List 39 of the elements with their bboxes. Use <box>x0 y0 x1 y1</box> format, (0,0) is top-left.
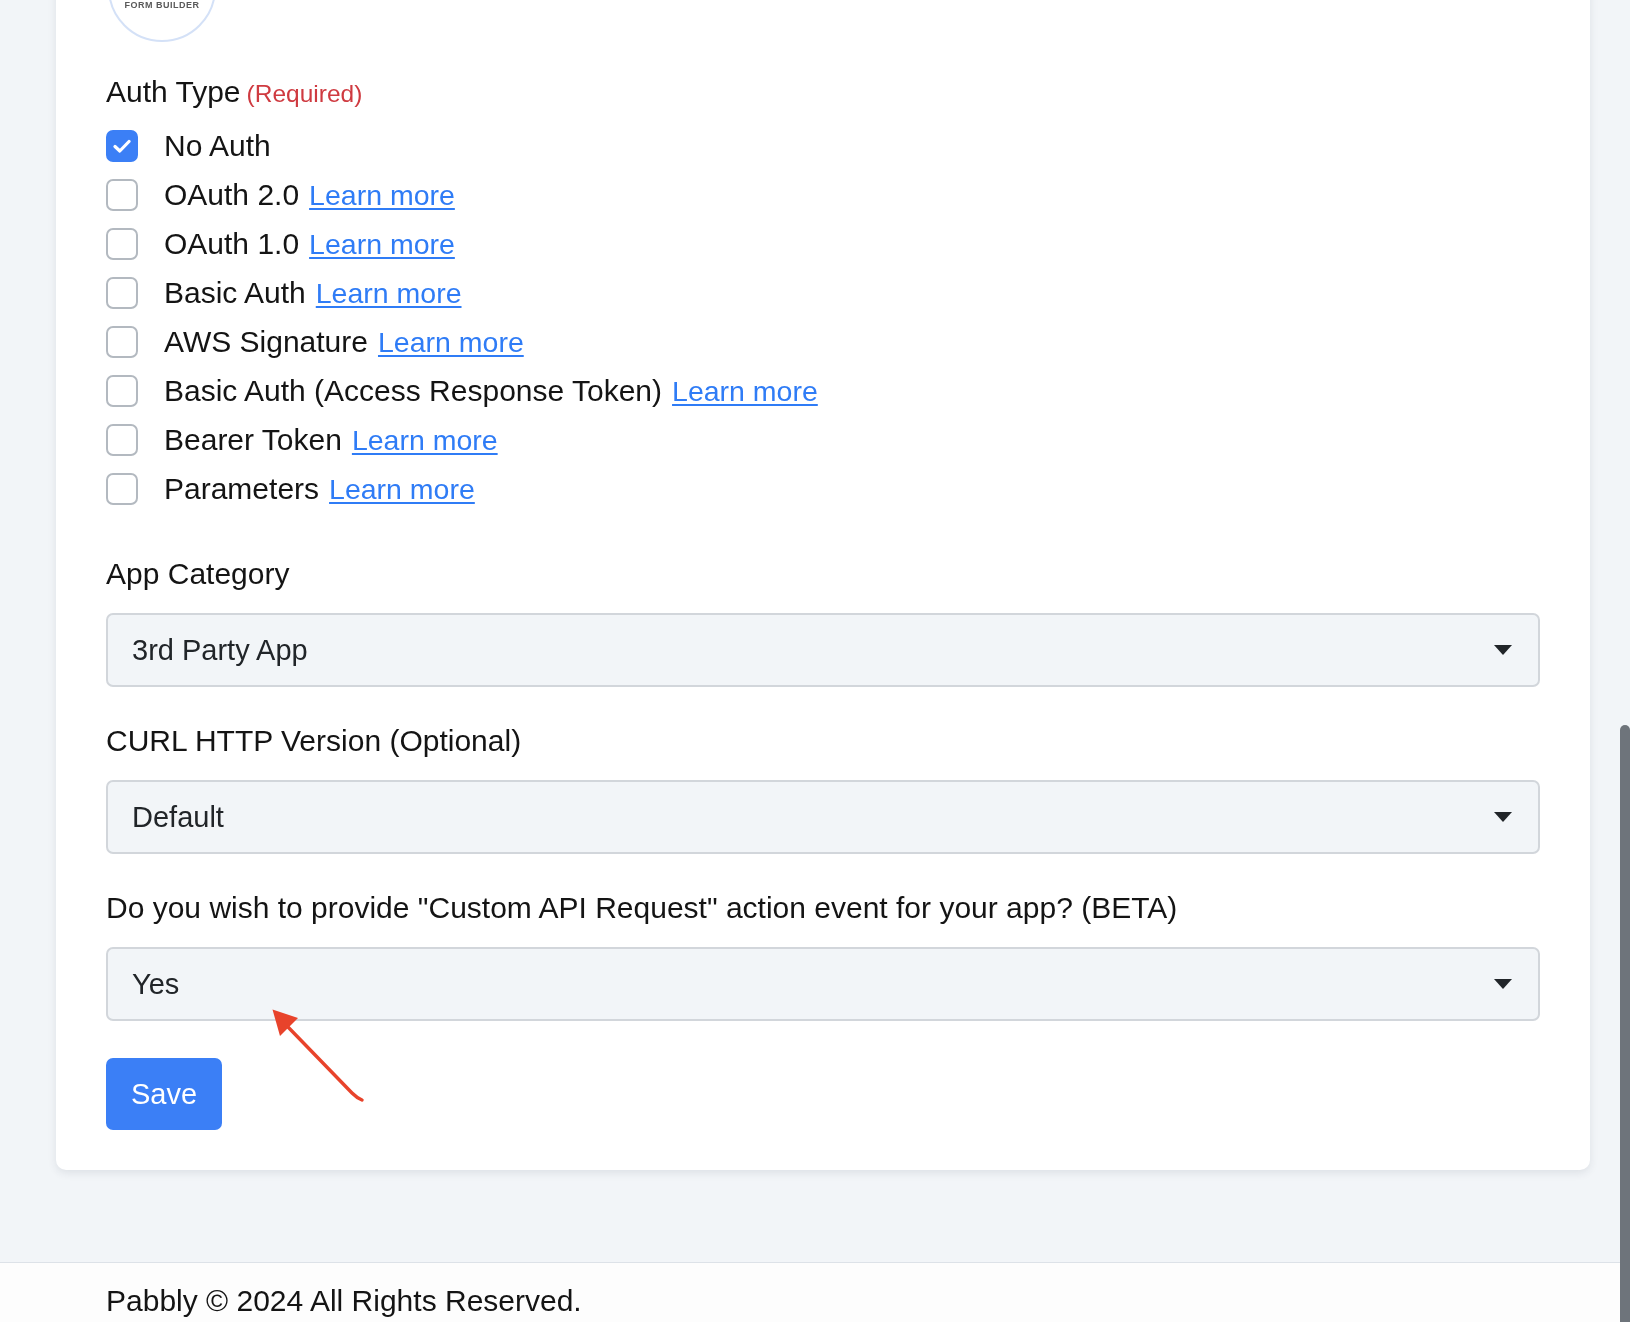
learn-more-link[interactable]: Learn more <box>378 322 524 361</box>
option-label: Basic Auth (Access Response Token) <box>164 372 663 409</box>
checkbox[interactable] <box>106 423 138 456</box>
caret-icon <box>1494 812 1512 822</box>
learn-more-link[interactable]: Learn more <box>351 420 498 459</box>
learn-more-link[interactable]: Learn more <box>329 469 475 508</box>
checkbox[interactable] <box>106 276 138 309</box>
field-label: Auth Type <box>106 74 241 110</box>
learn-more-link[interactable]: Learn more <box>315 273 462 312</box>
required-note: (Required) <box>246 78 363 109</box>
option-label: Bearer Token <box>164 421 342 458</box>
select-dropdown[interactable]: Default <box>106 780 1540 854</box>
caret-icon <box>1494 645 1512 655</box>
option-label: OAuth 1.0 <box>164 225 300 262</box>
check-icon <box>113 138 131 153</box>
select-dropdown[interactable]: 3rd Party App <box>106 613 1540 687</box>
checkbox[interactable] <box>106 178 138 211</box>
save-button[interactable]: Save <box>106 1058 223 1130</box>
checkbox[interactable] <box>106 129 138 162</box>
option-label: Parameters <box>164 470 320 507</box>
checkbox[interactable] <box>106 227 138 260</box>
checkbox[interactable] <box>106 472 138 505</box>
copyright-text: Pabbly © 2024 All Rights Reserved. <box>106 1284 582 1317</box>
checkbox[interactable] <box>106 374 138 407</box>
learn-more-link[interactable]: Learn more <box>309 224 455 263</box>
logo-text: FORM BUILDER <box>124 0 200 10</box>
field-label: CURL HTTP Version (Optional) <box>106 723 522 759</box>
select-dropdown[interactable]: Yes <box>106 947 1540 1021</box>
option-label: AWS Signature <box>164 323 368 360</box>
scrollbar-thumb[interactable] <box>1620 725 1630 1322</box>
field-label: App Category <box>106 556 290 592</box>
field-label: Do you wish to provide "Custom API Request" action event for your app? (BETA) <box>106 890 1178 926</box>
caret-icon <box>1494 979 1512 989</box>
option-label: No Auth <box>164 127 271 164</box>
option-label: OAuth 2.0 <box>164 176 300 213</box>
learn-more-link[interactable]: Learn more <box>309 175 455 214</box>
learn-more-link[interactable]: Learn more <box>672 371 818 410</box>
checkbox[interactable] <box>106 325 138 358</box>
option-label: Basic Auth <box>164 274 306 311</box>
